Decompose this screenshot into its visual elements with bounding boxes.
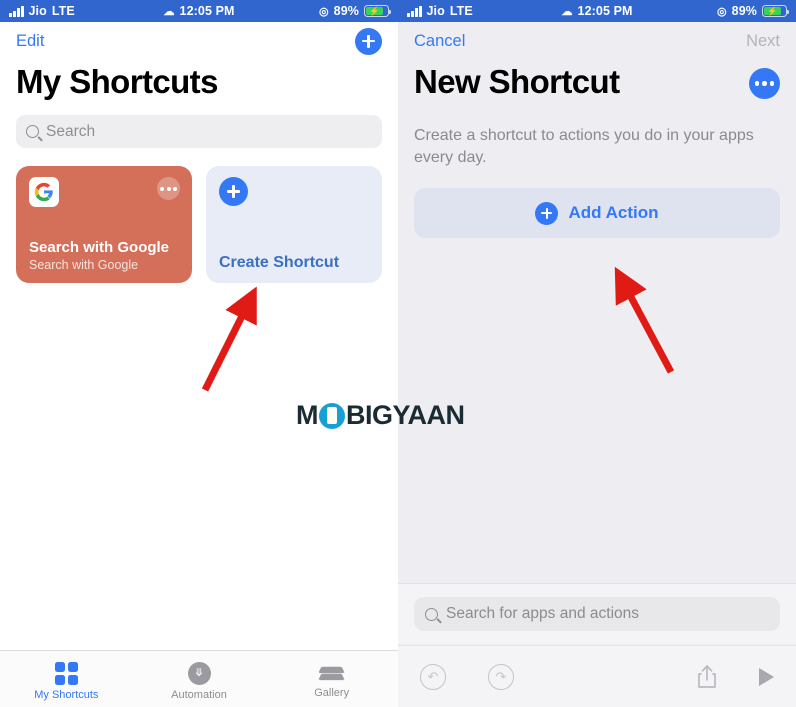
tab-label: Automation bbox=[171, 689, 227, 701]
tab-label: My Shortcuts bbox=[34, 689, 99, 701]
plus-icon bbox=[362, 34, 375, 48]
page-title: My Shortcuts bbox=[16, 63, 218, 100]
plus-icon bbox=[535, 201, 559, 225]
watermark-mobigyaan: M BIGYAAN bbox=[296, 400, 465, 431]
charging-bolt-icon: ⚡ bbox=[369, 5, 380, 16]
undo-icon: ↶ bbox=[420, 663, 446, 690]
watermark-text-after: BIGYAAN bbox=[346, 400, 465, 430]
signal-bars-icon bbox=[9, 5, 24, 17]
rotation-lock-icon: ◎ bbox=[716, 5, 727, 18]
rotation-lock-icon: ◎ bbox=[318, 5, 329, 18]
status-bar-left-group: Jio LTE bbox=[0, 4, 75, 18]
share-icon bbox=[698, 665, 716, 688]
editor-toolbar: ↶ ↷ bbox=[398, 645, 796, 707]
grid-icon bbox=[54, 662, 78, 685]
share-button[interactable] bbox=[697, 664, 717, 689]
undo-button[interactable]: ↶ bbox=[420, 663, 446, 690]
network-type-label: LTE bbox=[449, 4, 473, 18]
battery-icon: ⚡ bbox=[364, 5, 392, 17]
redo-button[interactable]: ↷ bbox=[488, 663, 514, 690]
right-panel-new-shortcut: Jio LTE ☁ 12:05 PM ◎ 89% ⚡ Cancel Next N… bbox=[398, 0, 796, 707]
card-title: Search with Google bbox=[29, 238, 170, 256]
search-input[interactable]: Search bbox=[16, 115, 382, 148]
network-type-label: LTE bbox=[51, 4, 75, 18]
shortcut-details-button[interactable] bbox=[749, 68, 780, 99]
create-shortcut-label: Create Shortcut bbox=[219, 254, 340, 271]
card-menu-button[interactable] bbox=[157, 177, 180, 200]
battery-percent-label: 89% bbox=[731, 4, 757, 18]
run-button[interactable] bbox=[759, 667, 774, 686]
tab-my-shortcuts[interactable]: My Shortcuts bbox=[0, 657, 133, 701]
create-shortcut-card[interactable]: Create Shortcut bbox=[206, 166, 382, 283]
link-icon: ☁ bbox=[163, 5, 175, 18]
clock-icon: ⤋ bbox=[187, 662, 211, 685]
play-icon bbox=[759, 667, 774, 686]
google-g-icon bbox=[29, 177, 59, 207]
clock-label: 12:05 PM bbox=[179, 4, 235, 18]
page-title: New Shortcut bbox=[414, 63, 620, 100]
right-title-row: New Shortcut bbox=[398, 60, 796, 101]
clock-label: 12:05 PM bbox=[577, 4, 633, 18]
shortcut-card-search-with-google[interactable]: Search with Google Search with Google bbox=[16, 166, 192, 283]
tab-label: Gallery bbox=[314, 686, 350, 699]
google-g-glyph bbox=[34, 182, 53, 202]
dual-screenshot: Jio LTE ☁ 12:05 PM ◎ 89% ⚡ Edit My Short… bbox=[0, 0, 796, 707]
layers-icon bbox=[318, 665, 345, 683]
action-search-placeholder: Search for apps and actions bbox=[446, 605, 640, 622]
status-bar-right-group: ◎ 89% ⚡ bbox=[717, 4, 796, 18]
status-bar-right-group: ◎ 89% ⚡ bbox=[319, 4, 398, 18]
shortcut-description: Create a shortcut to actions you do in y… bbox=[414, 127, 754, 166]
action-search-input[interactable]: Search for apps and actions bbox=[414, 597, 780, 631]
status-bar-left: Jio LTE ☁ 12:05 PM ◎ 89% ⚡ bbox=[0, 0, 398, 22]
phone-icon bbox=[319, 402, 345, 429]
charging-bolt-icon: ⚡ bbox=[767, 5, 778, 16]
status-bar-left-group: Jio LTE bbox=[398, 4, 473, 18]
search-icon bbox=[26, 125, 39, 138]
signal-bars-icon bbox=[407, 5, 422, 17]
add-action-button[interactable]: Add Action bbox=[414, 188, 780, 239]
tab-gallery[interactable]: Gallery bbox=[265, 660, 398, 699]
link-icon: ☁ bbox=[561, 5, 573, 18]
add-shortcut-button[interactable] bbox=[355, 27, 382, 55]
left-nav-bar: Edit bbox=[0, 22, 398, 60]
search-placeholder: Search bbox=[46, 122, 96, 140]
carrier-label: Jio bbox=[28, 4, 47, 18]
cancel-button[interactable]: Cancel bbox=[414, 32, 465, 51]
redo-icon: ↷ bbox=[488, 663, 514, 690]
battery-percent-label: 89% bbox=[333, 4, 359, 18]
battery-icon: ⚡ bbox=[762, 5, 790, 17]
plus-icon bbox=[219, 177, 248, 206]
search-icon bbox=[425, 607, 438, 621]
card-subtitle: Search with Google bbox=[29, 258, 139, 272]
shortcut-card-grid: Search with Google Search with Google Cr… bbox=[16, 166, 382, 283]
carrier-label: Jio bbox=[426, 4, 445, 18]
edit-button[interactable]: Edit bbox=[16, 32, 44, 51]
left-panel-my-shortcuts: Jio LTE ☁ 12:05 PM ◎ 89% ⚡ Edit My Short… bbox=[0, 0, 398, 707]
right-nav-bar: Cancel Next bbox=[398, 22, 796, 60]
tab-automation[interactable]: ⤋ Automation bbox=[133, 657, 266, 701]
add-action-label: Add Action bbox=[568, 203, 659, 223]
watermark-text-before: M bbox=[296, 400, 319, 430]
next-button[interactable]: Next bbox=[746, 32, 780, 51]
action-search-container: Search for apps and actions bbox=[398, 583, 796, 644]
bottom-tab-bar: My Shortcuts ⤋ Automation Gallery bbox=[0, 650, 398, 707]
status-bar-right: Jio LTE ☁ 12:05 PM ◎ 89% ⚡ bbox=[398, 0, 796, 22]
